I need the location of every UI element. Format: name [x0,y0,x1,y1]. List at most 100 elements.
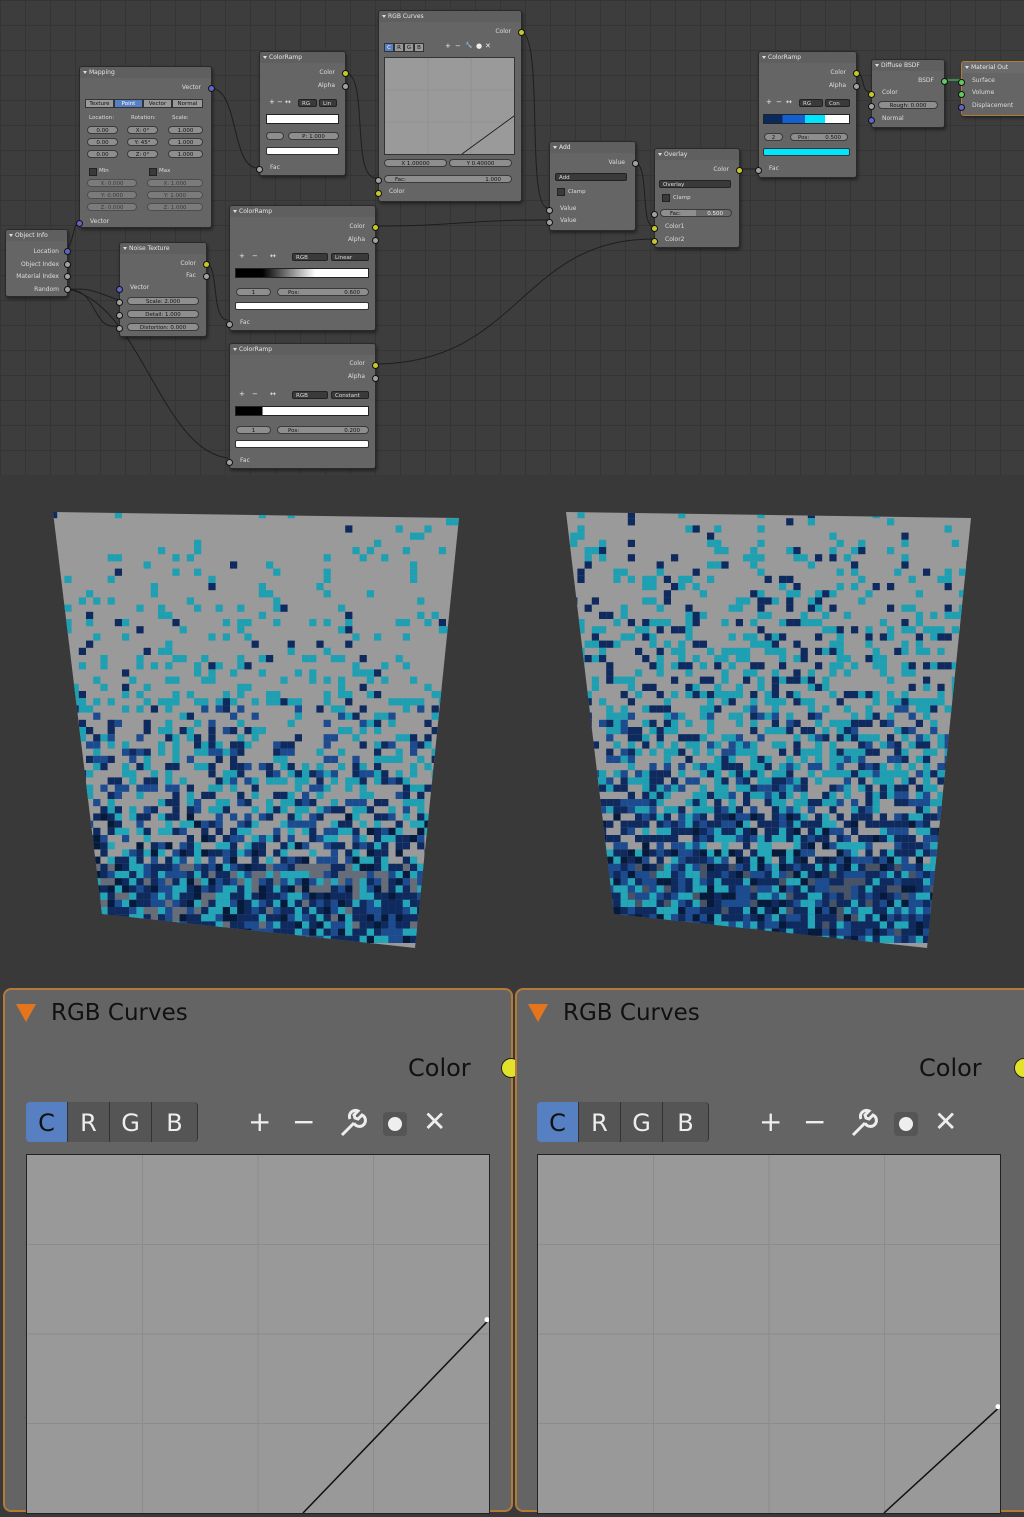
colorramp-low-mode-select[interactable]: RGB [292,391,328,399]
plus-icon[interactable]: + [239,390,245,398]
colorramp-mid-fac-socket[interactable] [226,321,233,328]
noise-texture-node[interactable]: Noise Texture Color Fac Vector Scale: 2.… [116,242,210,337]
mapping-tab-normal[interactable]: Normal [172,99,203,108]
curves-left-channel-b[interactable]: B [152,1102,198,1142]
curves-left-channel-r[interactable]: R [68,1102,110,1142]
curves-small-color-out-socket[interactable] [518,29,525,36]
curves-right-channel-b[interactable]: B [663,1102,709,1142]
colorramp-right-node[interactable]: ColorRamp Color Alpha + − ↔ RG Con 2 Pos… [755,51,860,178]
mapping-tab-texture[interactable]: Texture [85,99,114,108]
noise-color-socket[interactable] [203,261,210,268]
diffuse-bsdf-socket[interactable] [941,78,948,85]
mapping-scale-z[interactable]: 1.000 [168,150,203,158]
colorramp-mid-index[interactable]: 1 [236,288,271,296]
noise-vector-socket[interactable] [116,286,123,293]
flip-arrows-icon[interactable]: ↔ [786,98,792,106]
mapping-location-z[interactable]: 0.00 [87,150,118,158]
colorramp-mid-pos[interactable]: Pos: 0.600 [277,288,369,296]
node-editor[interactable]: Mapping Vector Texture Point Vector Norm… [0,0,1024,475]
circle-icon[interactable] [382,1108,408,1148]
colorramp-top-gradient[interactable] [266,114,339,124]
colorramp-mid-color-socket[interactable] [372,224,379,231]
diffuse-roughness-socket[interactable] [868,103,875,110]
plus-icon[interactable]: + [239,252,245,260]
x-icon[interactable]: ✕ [423,1102,446,1142]
flip-arrows-icon[interactable]: ↔ [270,390,276,398]
mapping-min-y[interactable]: Y: 0.000 [87,191,137,199]
colorramp-mid-swatch[interactable] [235,302,369,310]
rgb-curves-right-color-socket[interactable] [1014,1058,1024,1078]
colorramp-top-fac-socket[interactable] [256,166,263,173]
object-info-node[interactable]: Object Info Location Object Index Materi… [5,229,71,297]
rgb-curves-panel-right[interactable]: RGB Curves Color C R G B + − ✕ [515,988,1024,1514]
minus-icon[interactable]: − [455,42,461,50]
colorramp-top-interp-select[interactable]: Lin [319,99,337,107]
flip-arrows-icon[interactable]: ↔ [285,98,291,106]
colorramp-low-interp-select[interactable]: Constant [331,391,369,399]
colorramp-right-index[interactable]: 2 [764,133,783,141]
minus-icon[interactable]: − [252,252,258,260]
colorramp-mid-node[interactable]: ColorRamp Color Alpha + − ↔ RGB Linear 1… [226,205,379,331]
plus-icon[interactable]: + [445,42,451,50]
plus-icon[interactable]: + [766,98,772,106]
rgb-curves-small-node[interactable]: RGB Curves Color C R G B + − 🔧 ● ✕ X 1.0… [375,10,525,202]
colorramp-top-color-socket[interactable] [342,70,349,77]
mapping-max-checkbox[interactable] [149,168,157,176]
plus-icon[interactable]: + [248,1102,271,1142]
wrench-icon[interactable]: 🔧 [465,42,472,49]
mapping-location-x[interactable]: 0.00 [87,126,118,134]
colorramp-right-color-socket[interactable] [853,70,860,77]
mapping-location-y[interactable]: 0.00 [87,138,118,146]
material-output-volume-socket[interactable] [958,91,965,98]
mapping-min-x[interactable]: X: 0.000 [87,179,137,187]
overlay-clamp-checkbox[interactable] [662,194,670,202]
material-output-node[interactable]: Material Out Surface Volume Displacement [958,61,1024,116]
curves-small-graph[interactable] [384,57,515,155]
mapping-scale-x[interactable]: 1.000 [168,126,203,134]
colorramp-top-swatch[interactable] [266,147,339,155]
object-info-random-socket[interactable] [64,286,71,293]
colorramp-low-alpha-socket[interactable] [372,375,379,382]
noise-fac-socket[interactable] [203,273,210,280]
material-output-surface-socket[interactable] [958,79,965,86]
curves-left-channel-g[interactable]: G [110,1102,152,1142]
diffuse-bsdf-node[interactable]: Diffuse BSDF BSDF Color Rough: 0.000 Nor… [868,59,948,128]
colorramp-top-index[interactable] [266,132,284,140]
colorramp-right-pos[interactable]: Pos: 0.500 [790,133,848,141]
curves-small-channel-g[interactable]: G [404,43,414,52]
mapping-vector-out-socket[interactable] [208,85,215,92]
flip-arrows-icon[interactable]: ↔ [270,252,276,260]
diffuse-roughness-field[interactable]: Rough: 0.000 [878,101,938,109]
mapping-max-x[interactable]: X: 1.000 [147,179,203,187]
mapping-max-z[interactable]: Z: 1.000 [147,203,203,211]
object-info-location-socket[interactable] [64,248,71,255]
curves-left-graph[interactable] [26,1154,490,1514]
material-output-displacement-socket[interactable] [958,104,965,111]
colorramp-right-gradient[interactable] [763,114,850,124]
minus-icon[interactable]: − [292,1102,315,1142]
noise-distortion-field[interactable]: Distortion: 0.000 [127,323,199,331]
circle-icon[interactable]: ● [476,42,482,50]
curves-right-graph[interactable] [537,1154,1001,1514]
add-clamp-checkbox[interactable] [557,188,565,196]
mapping-node[interactable]: Mapping Vector Texture Point Vector Norm… [76,66,215,228]
noise-detail-field[interactable]: Detail: 1.000 [127,310,199,318]
colorramp-top-node[interactable]: ColorRamp Color Alpha + − ↔ RG Lin P: 1.… [256,51,349,176]
curves-right-channel-c[interactable]: C [537,1102,579,1142]
colorramp-low-gradient[interactable] [235,406,369,416]
add-value-out-socket[interactable] [632,160,639,167]
overlay-color1-socket[interactable] [651,225,658,232]
curves-small-channel-c[interactable]: C [384,43,394,52]
overlay-fac-socket[interactable] [651,211,658,218]
colorramp-mid-gradient[interactable] [235,268,369,278]
colorramp-top-alpha-socket[interactable] [342,83,349,90]
colorramp-mid-alpha-socket[interactable] [372,237,379,244]
mapping-rotation-z[interactable]: Z: 0° [127,150,158,158]
wrench-icon[interactable] [336,1102,368,1142]
add-operation-select[interactable]: Add [555,173,627,181]
colorramp-right-alpha-socket[interactable] [853,83,860,90]
colorramp-top-mode-select[interactable]: RG [298,99,317,107]
overlay-color2-socket[interactable] [651,238,658,245]
curves-small-x-value[interactable]: X 1.00000 [384,159,447,167]
circle-icon[interactable] [893,1108,919,1148]
